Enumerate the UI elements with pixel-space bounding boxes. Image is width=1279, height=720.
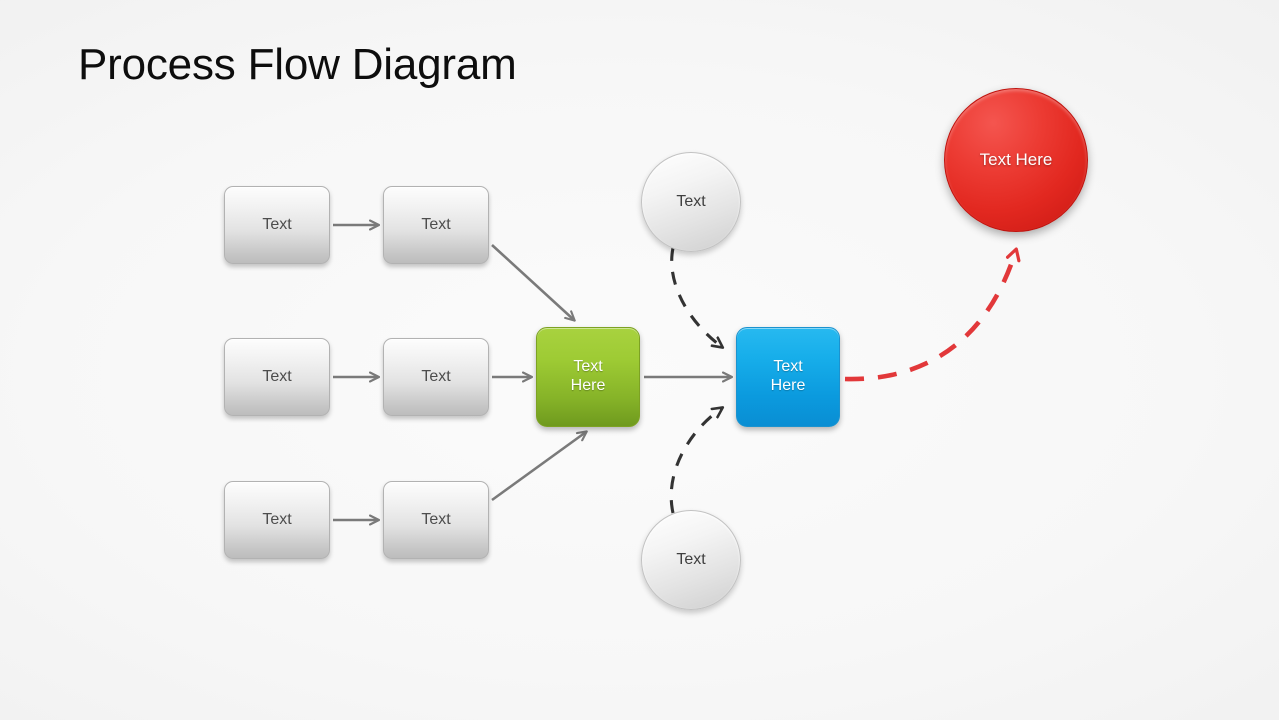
- diagram-canvas: Process Flow Diagram Text Text Text Text…: [0, 0, 1279, 720]
- output-circle-red[interactable]: Text Here: [944, 88, 1088, 232]
- green-process-box[interactable]: Text Here: [536, 327, 640, 427]
- process-box-label: Text: [262, 367, 292, 385]
- page-title: Process Flow Diagram: [78, 40, 517, 89]
- connector-circle-top-to-blue: [670, 247, 722, 347]
- process-box-row2-2[interactable]: Text: [383, 338, 489, 416]
- process-box-label: Text: [421, 367, 451, 385]
- process-box-label: Text: [262, 215, 292, 233]
- process-box-label: Text: [262, 510, 292, 528]
- connector-circle-bottom-to-blue: [669, 408, 722, 514]
- blue-process-box[interactable]: Text Here: [736, 327, 840, 427]
- connector-blue-to-red-circle: [844, 250, 1016, 382]
- blue-box-label: Text Here: [771, 358, 806, 396]
- output-circle-label: Text Here: [979, 149, 1053, 169]
- blue-box-label-line2: Here: [770, 377, 806, 394]
- input-circle-bottom[interactable]: Text: [641, 510, 741, 610]
- input-circle-label: Text: [676, 550, 706, 568]
- process-box-row3-1[interactable]: Text: [224, 481, 330, 559]
- green-box-label: Text Here: [571, 358, 606, 396]
- connector-row1-box2-to-green: [491, 244, 574, 320]
- process-box-row1-2[interactable]: Text: [383, 186, 489, 264]
- process-box-row1-1[interactable]: Text: [224, 186, 330, 264]
- process-box-label: Text: [421, 510, 451, 528]
- green-box-label-line2: Here: [570, 377, 606, 394]
- process-box-label: Text: [421, 215, 451, 233]
- input-circle-top[interactable]: Text: [641, 152, 741, 252]
- process-box-row2-1[interactable]: Text: [224, 338, 330, 416]
- connector-row3-box2-to-green: [491, 432, 586, 502]
- process-box-row3-2[interactable]: Text: [383, 481, 489, 559]
- blue-box-label-line1: Text: [773, 358, 803, 376]
- green-box-label-line1: Text: [573, 358, 603, 376]
- input-circle-label: Text: [676, 192, 706, 210]
